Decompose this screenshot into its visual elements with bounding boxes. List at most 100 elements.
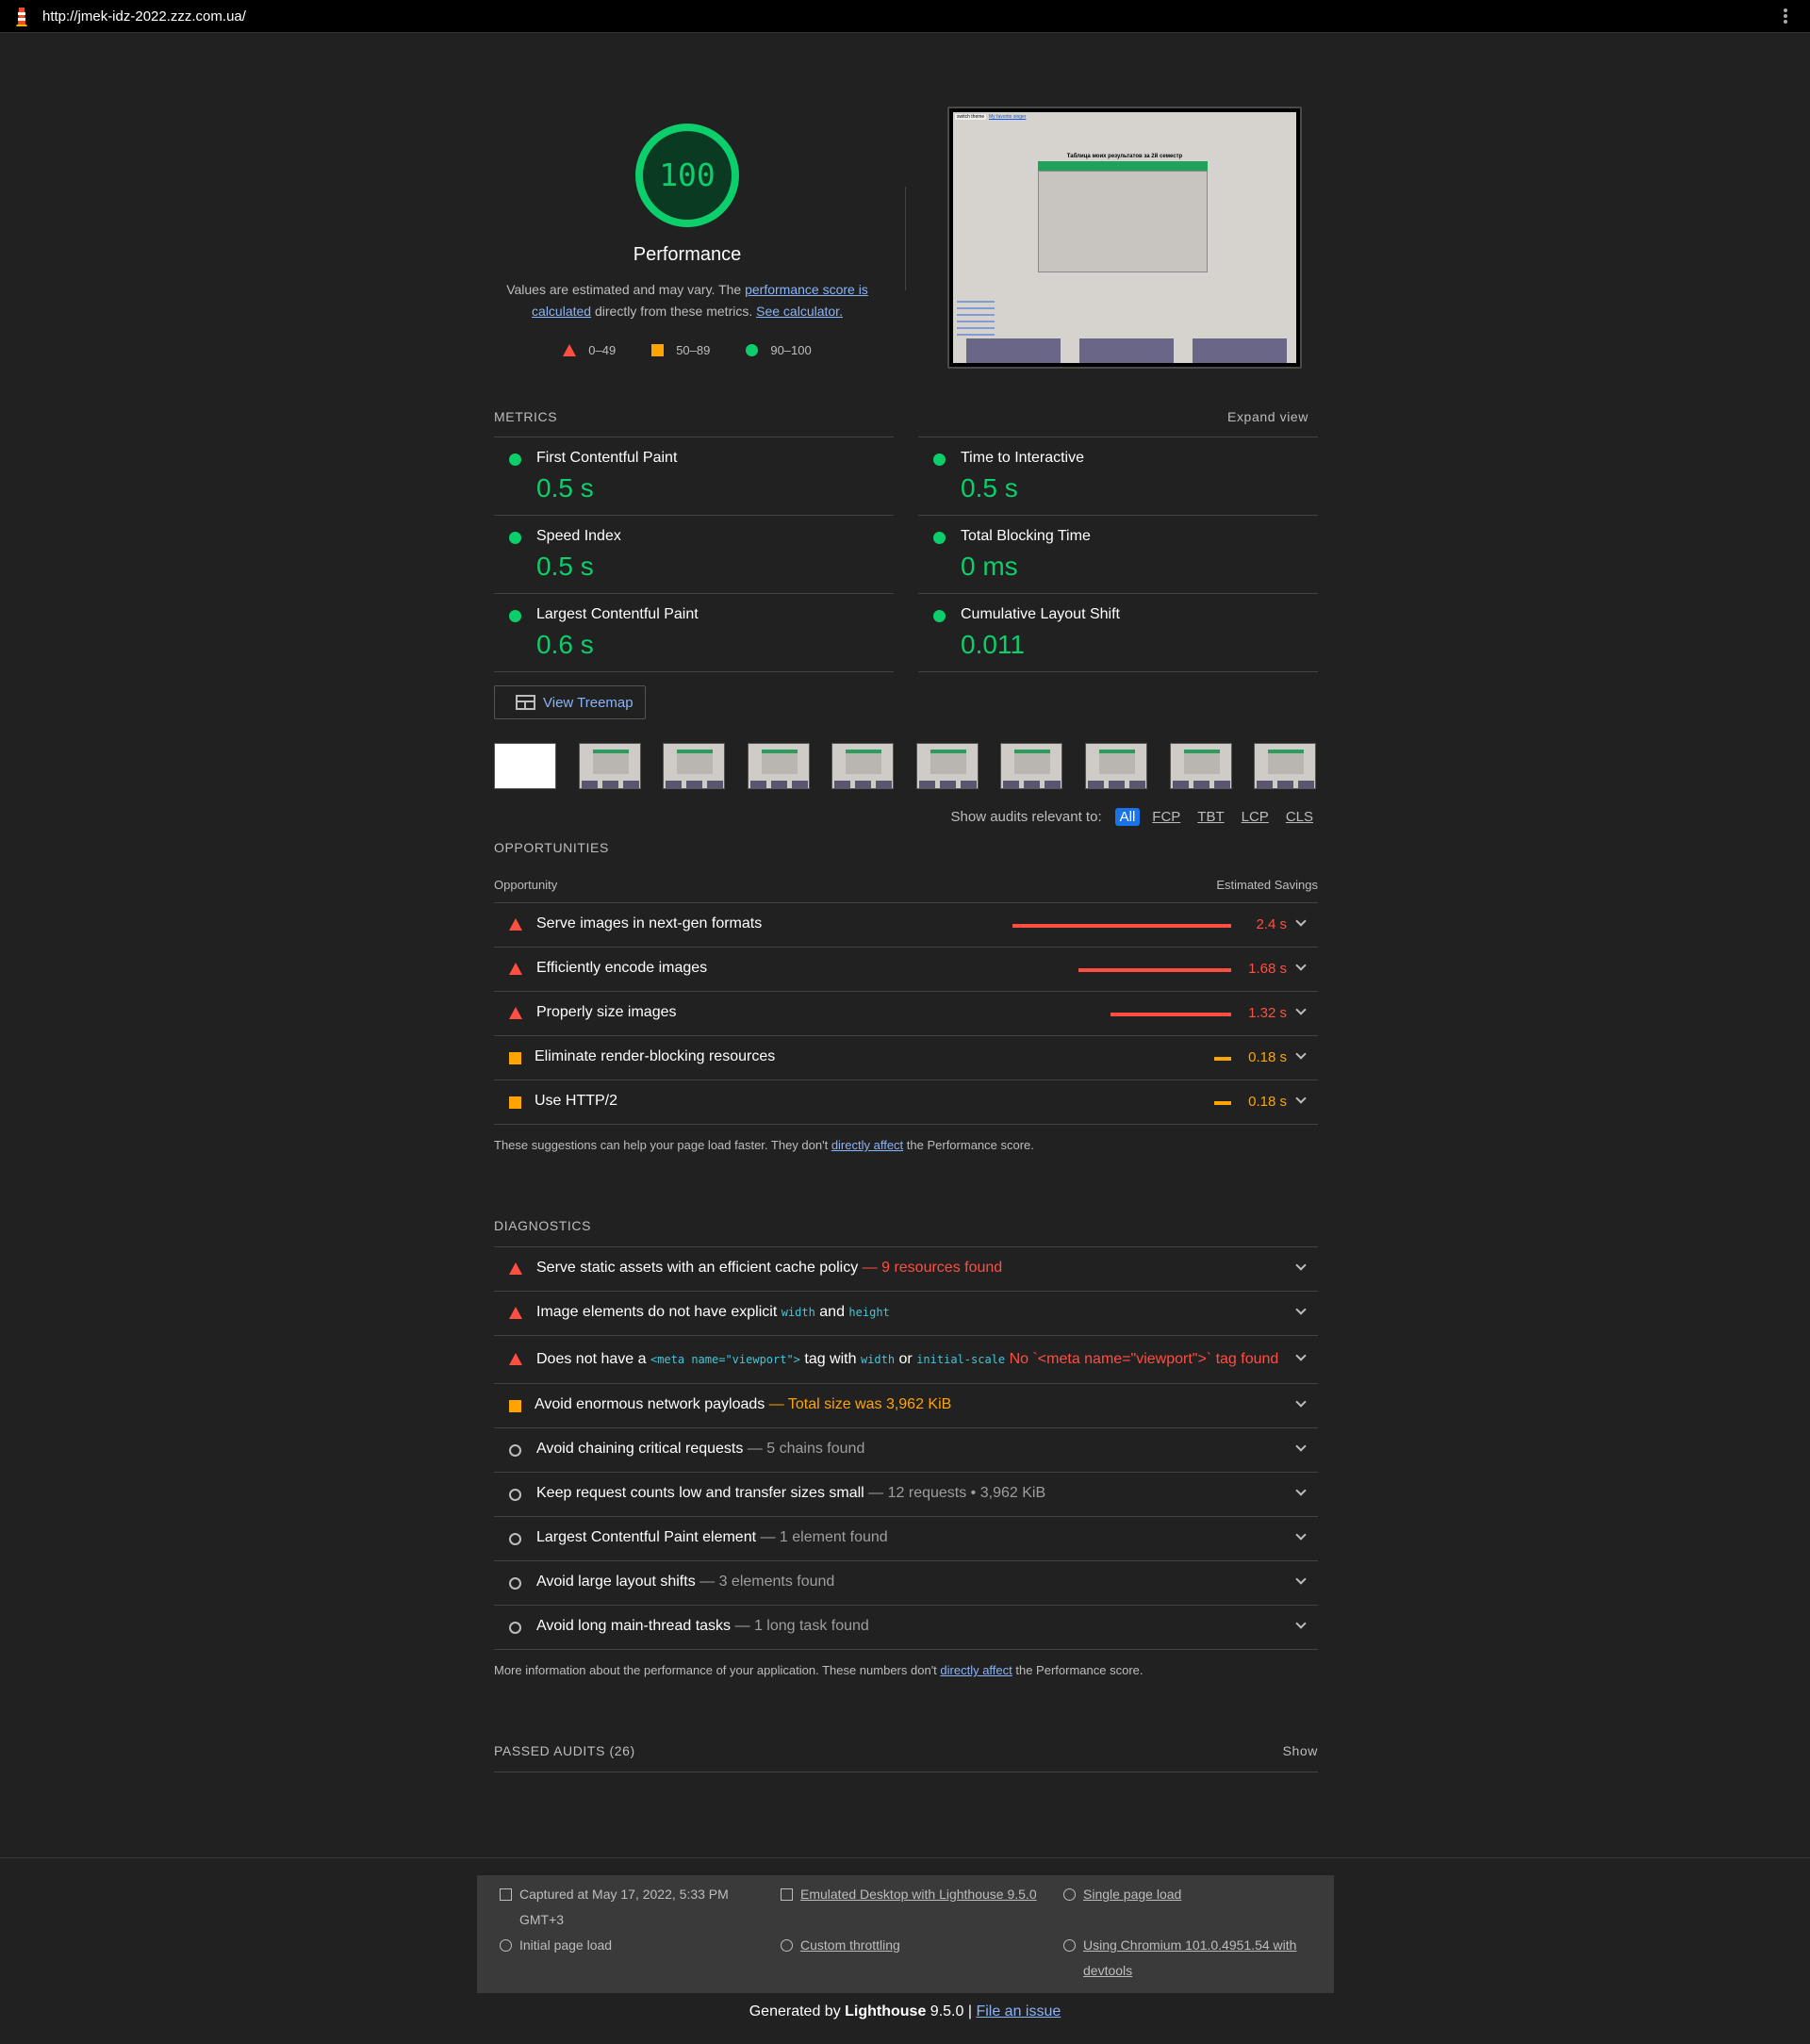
page-url[interactable]: http://jmek-idz-2022.zzz.com.ua/ (42, 8, 246, 25)
opportunity-title: Eliminate render-blocking resources (535, 1048, 776, 1064)
chevron-down-icon (1295, 1529, 1307, 1541)
performance-gauge-area: 100 Performance Values are estimated and… (494, 123, 880, 357)
filmstrip-frame (1254, 743, 1316, 789)
score-legend: 0–49 50–89 90–100 (494, 343, 880, 357)
metric-speed-index: Speed Index 0.5 s (494, 515, 894, 593)
filter-chip-fcp[interactable]: FCP (1147, 808, 1185, 826)
chevron-down-icon (1295, 1004, 1307, 1015)
savings-bar (1078, 968, 1231, 972)
estimated-savings: 1.68 s (1248, 961, 1287, 977)
stopwatch-icon (500, 1939, 512, 1952)
info-circle-icon (509, 1533, 521, 1545)
see-calculator-link[interactable]: See calculator. (756, 304, 843, 319)
filter-chip-all[interactable]: All (1114, 808, 1141, 826)
opportunity-title: Properly size images (536, 1004, 677, 1020)
estimated-savings: 2.4 s (1256, 916, 1287, 932)
opportunity-row[interactable]: Efficiently encode images 1.68 s (494, 947, 1318, 991)
directly-affect-link[interactable]: directly affect (831, 1138, 903, 1152)
diagnostic-row-cache-policy[interactable]: Serve static assets with an efficient ca… (494, 1246, 1318, 1291)
info-circle-icon (509, 1577, 521, 1590)
filmstrip-frame (748, 743, 810, 789)
filmstrip-frame (1000, 743, 1062, 789)
metric-first-contentful-paint: First Contentful Paint 0.5 s (494, 437, 894, 515)
metrics-divider (918, 671, 1318, 672)
legend-pass: 90–100 (746, 343, 812, 357)
single-page-load[interactable]: Single page load (1063, 1882, 1181, 1907)
pass-circle-icon (509, 453, 521, 466)
info-circle-icon (509, 1489, 521, 1501)
diagnostic-row-lcp-element[interactable]: Largest Contentful Paint element — 1 ele… (494, 1516, 1318, 1560)
fail-triangle-icon (509, 1007, 522, 1019)
diagnostics-note: More information about the performance o… (494, 1663, 1144, 1677)
chevron-down-icon (1295, 1618, 1307, 1629)
diagnostic-row-critical-requests[interactable]: Avoid chaining critical requests — 5 cha… (494, 1427, 1318, 1472)
metrics-heading: METRICS Expand view (494, 409, 1308, 424)
opportunity-title: Use HTTP/2 (535, 1093, 618, 1109)
chevron-down-icon (1295, 915, 1307, 927)
pass-circle-icon (509, 532, 521, 544)
directly-affect-link[interactable]: directly affect (940, 1663, 1012, 1677)
filter-chip-lcp[interactable]: LCP (1237, 808, 1274, 826)
savings-bar (1012, 924, 1231, 928)
emulated-device[interactable]: Emulated Desktop with Lighthouse 9.5.0 (781, 1882, 1037, 1907)
final-screenshot[interactable]: switch theme My favorite singer Таблица … (947, 107, 1302, 369)
opportunity-row[interactable]: Eliminate render-blocking resources 0.18 … (494, 1035, 1318, 1080)
expand-view-toggle[interactable]: Expand view (1227, 409, 1308, 424)
filmstrip-frame (579, 743, 641, 789)
performance-score: 100 (659, 157, 716, 193)
diagnostic-row-long-tasks[interactable]: Avoid long main-thread tasks — 1 long ta… (494, 1605, 1318, 1649)
chevron-down-icon (1295, 1048, 1307, 1060)
fail-triangle-icon (509, 918, 522, 931)
fail-triangle-icon (563, 344, 577, 356)
chevron-down-icon (1295, 1350, 1307, 1361)
gauge-description: Values are estimated and may vary. The p… (506, 282, 868, 319)
filmstrip-frame (494, 743, 556, 789)
show-passed-audits-toggle[interactable]: Show (1283, 1743, 1318, 1758)
throttling-setting[interactable]: Custom throttling (781, 1933, 900, 1958)
view-treemap-button[interactable]: View Treemap (494, 685, 646, 719)
estimated-savings: 0.18 s (1248, 1049, 1287, 1065)
metric-largest-contentful-paint: Largest Contentful Paint 0.6 s (494, 593, 894, 671)
filmstrip-frame (831, 743, 894, 789)
diagnostic-row-viewport[interactable]: Does not have a <meta name="viewport"> t… (494, 1335, 1318, 1383)
metric-time-to-interactive: Time to Interactive 0.5 s (918, 437, 1318, 515)
chromium-version[interactable]: Using Chromium 101.0.4951.54 with devtoo… (1063, 1933, 1299, 1984)
opportunity-title: Serve images in next-gen formats (536, 915, 763, 931)
treemap-icon (516, 695, 535, 710)
screenshot-tab: switch theme (955, 114, 987, 120)
diagnostics-divider (494, 1649, 1318, 1650)
average-square-icon (509, 1400, 521, 1412)
info-circle-icon (509, 1622, 521, 1634)
file-an-issue-link[interactable]: File an issue (976, 2003, 1061, 2019)
legend-fail: 0–49 (563, 343, 616, 357)
savings-bar (1214, 1101, 1231, 1105)
opportunities-divider (494, 1124, 1318, 1125)
filter-chip-tbt[interactable]: TBT (1193, 808, 1228, 826)
fail-triangle-icon (509, 963, 522, 975)
metric-total-blocking-time: Total Blocking Time 0 ms (918, 515, 1318, 593)
filmstrip-frame (1170, 743, 1232, 789)
filmstrip-frame (1085, 743, 1147, 789)
diagnostic-row-layout-shifts[interactable]: Avoid large layout shifts — 3 elements f… (494, 1560, 1318, 1605)
estimated-savings: 0.18 s (1248, 1094, 1287, 1110)
chevron-down-icon (1295, 960, 1307, 971)
opportunities-note: These suggestions can help your page loa… (494, 1138, 1034, 1152)
pass-circle-icon (933, 532, 946, 544)
calendar-icon (500, 1888, 512, 1901)
gauge-title: Performance (633, 244, 742, 265)
person-icon (1063, 1888, 1076, 1901)
metrics-divider (494, 671, 894, 672)
diagnostics-heading: DIAGNOSTICS (494, 1218, 592, 1233)
generated-by: Generated by Lighthouse 9.5.0 | File an … (749, 2003, 1061, 2019)
average-square-icon (651, 344, 665, 356)
opportunity-row[interactable]: Serve images in next-gen formats 2.4 s (494, 902, 1318, 947)
diagnostic-row-image-dimensions[interactable]: Image elements do not have explicit widt… (494, 1291, 1318, 1335)
diagnostic-row-request-counts[interactable]: Keep request counts low and transfer siz… (494, 1472, 1318, 1516)
opportunity-row[interactable]: Use HTTP/2 0.18 s (494, 1080, 1318, 1124)
filter-chip-cls[interactable]: CLS (1281, 808, 1318, 826)
pass-circle-icon (933, 610, 946, 622)
diagnostic-row-network-payloads[interactable]: Avoid enormous network payloads — Total … (494, 1383, 1318, 1427)
pass-circle-icon (746, 344, 759, 356)
more-menu-icon[interactable] (1784, 7, 1789, 25)
opportunity-row[interactable]: Properly size images 1.32 s (494, 991, 1318, 1035)
